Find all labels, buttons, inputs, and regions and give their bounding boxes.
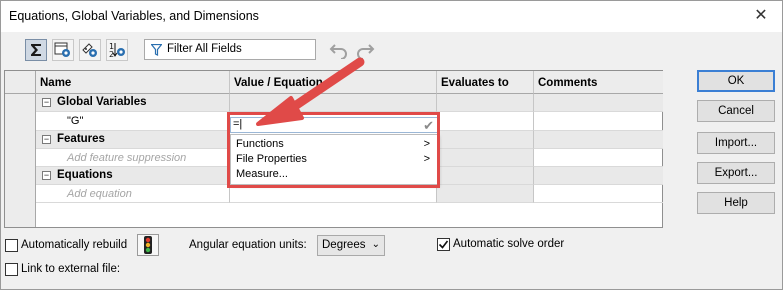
- import-button[interactable]: Import...: [697, 132, 775, 154]
- group-cell: [534, 167, 663, 185]
- column-header-name-label: Name: [40, 77, 72, 89]
- column-header-evaluates-label: Evaluates to: [441, 77, 509, 89]
- collapse-icon[interactable]: −: [42, 171, 51, 180]
- undo-icon[interactable]: [329, 41, 349, 59]
- link-external-checkbox[interactable]: [5, 263, 18, 276]
- group-cell: [437, 131, 534, 149]
- evaluates-cell: [437, 112, 534, 131]
- checkmark-icon: [438, 240, 449, 249]
- title-bar: Equations, Global Variables, and Dimensi…: [1, 1, 782, 32]
- redo-icon[interactable]: [355, 41, 375, 59]
- funnel-icon: [151, 44, 162, 56]
- auto-solve-label: Automatic solve order: [453, 238, 565, 250]
- variable-name: "G": [67, 115, 84, 127]
- add-equation-cell[interactable]: [36, 185, 230, 203]
- comments-cell[interactable]: [534, 112, 663, 131]
- close-icon[interactable]: ✕: [748, 5, 774, 27]
- group-cell: [534, 131, 663, 149]
- help-button[interactable]: Help: [697, 192, 775, 214]
- angular-units-select[interactable]: Degrees ⌄: [317, 235, 385, 256]
- column-header-comments-label: Comments: [538, 77, 598, 89]
- group-label-global-variables: Global Variables: [57, 96, 147, 108]
- group-cell: [437, 167, 534, 185]
- ok-button[interactable]: OK: [697, 70, 775, 92]
- group-cell: [437, 94, 534, 112]
- filter-placeholder: Filter All Fields: [167, 43, 242, 55]
- export-button[interactable]: Export...: [697, 162, 775, 184]
- column-header-evaluates[interactable]: Evaluates to: [437, 71, 534, 94]
- column-header-value-label: Value / Equation: [234, 77, 323, 89]
- evaluates-cell: [437, 149, 534, 167]
- highlight-box: [227, 112, 440, 188]
- angular-units-value: Degrees: [322, 239, 366, 251]
- dimension-view-icon[interactable]: [79, 39, 101, 61]
- filter-input[interactable]: Filter All Fields: [144, 39, 316, 60]
- column-header-name[interactable]: Name: [36, 71, 230, 94]
- evaluates-cell: [437, 185, 534, 203]
- group-cell: [534, 94, 663, 112]
- variable-name-cell[interactable]: [36, 112, 230, 131]
- group-cell: [230, 94, 437, 112]
- chevron-down-icon: ⌄: [371, 239, 380, 250]
- group-label-equations: Equations: [57, 169, 113, 181]
- corner-header: [5, 71, 36, 94]
- comments-cell[interactable]: [534, 149, 663, 167]
- auto-rebuild-label: Automatically rebuild: [21, 239, 128, 251]
- sigma-icon[interactable]: [25, 39, 47, 61]
- rebuild-traffic-light-icon[interactable]: [137, 234, 159, 256]
- collapse-icon[interactable]: −: [42, 98, 51, 107]
- view-icon[interactable]: [52, 39, 74, 61]
- add-equation-placeholder: Add equation: [67, 188, 132, 200]
- auto-rebuild-checkbox[interactable]: [5, 239, 18, 252]
- column-header-value[interactable]: Value / Equation: [230, 71, 437, 94]
- order-view-icon[interactable]: 12: [106, 39, 128, 61]
- dialog-title: Equations, Global Variables, and Dimensi…: [9, 9, 259, 23]
- svg-text:2: 2: [109, 50, 114, 59]
- link-external-label: Link to external file:: [21, 263, 121, 275]
- group-label-features: Features: [57, 133, 105, 145]
- cancel-button[interactable]: Cancel: [697, 100, 775, 122]
- collapse-icon[interactable]: −: [42, 135, 51, 144]
- equations-dialog: Equations, Global Variables, and Dimensi…: [0, 0, 783, 290]
- row-header-column: [5, 94, 36, 227]
- comments-cell[interactable]: [534, 185, 663, 203]
- add-feature-suppression-placeholder: Add feature suppression: [67, 152, 187, 164]
- column-header-comments[interactable]: Comments: [534, 71, 663, 94]
- auto-solve-checkbox[interactable]: [437, 238, 450, 251]
- angular-units-label: Angular equation units:: [189, 239, 307, 251]
